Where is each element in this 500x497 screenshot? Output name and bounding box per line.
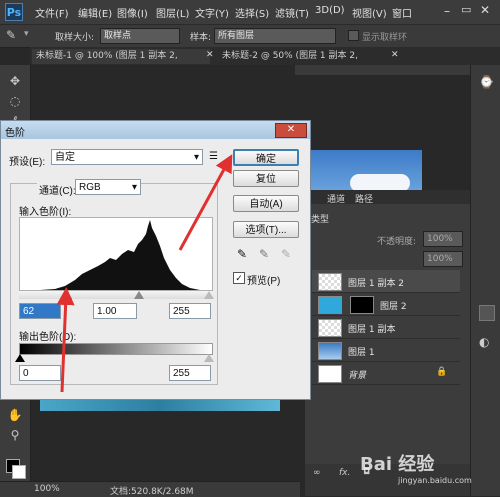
arrow-to-ok	[178, 154, 233, 251]
annotation-arrows	[56, 154, 233, 393]
arrow-to-black-slider	[56, 287, 75, 393]
